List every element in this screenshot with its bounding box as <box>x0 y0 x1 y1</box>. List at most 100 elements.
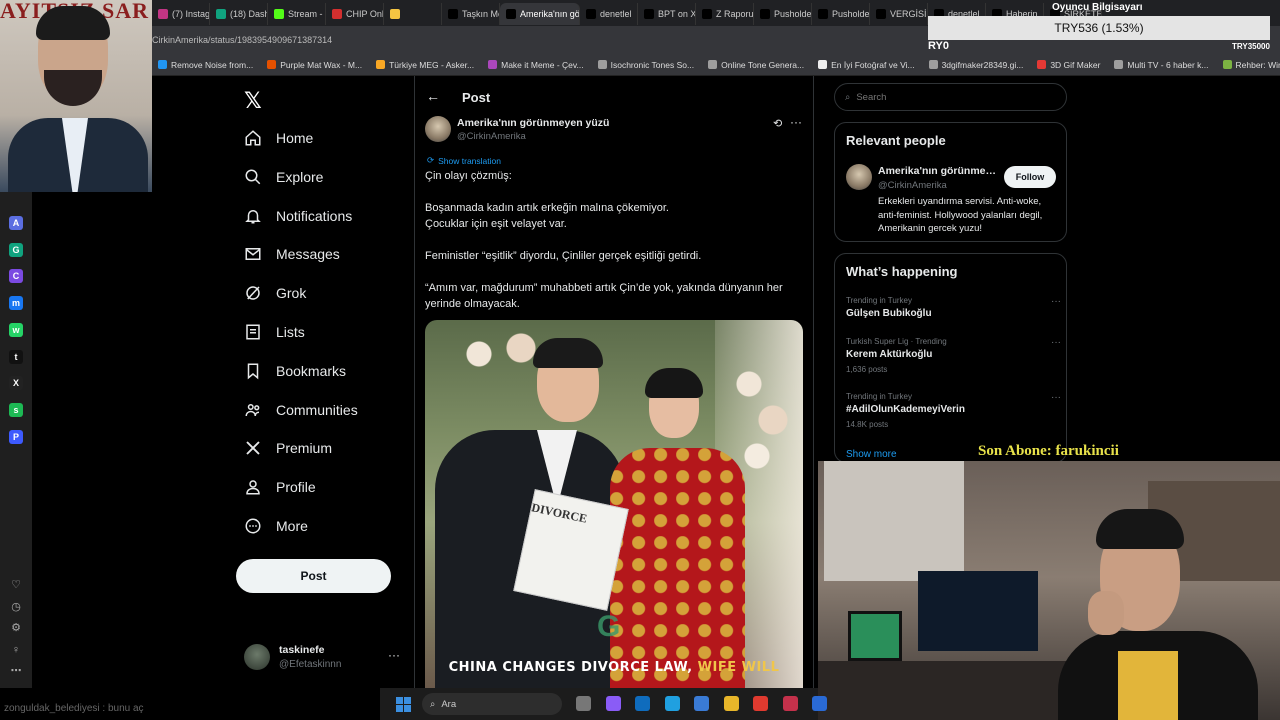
taskbar-app-icon[interactable] <box>694 696 709 711</box>
taskbar-search[interactable]: ⌕ Ara <box>422 693 562 715</box>
show-more-link[interactable]: Show more <box>846 449 897 460</box>
nav-item-more[interactable]: More <box>244 514 308 538</box>
browser-tab[interactable]: Z Raporu <box>696 3 754 25</box>
trend-item[interactable]: Trending in Turkey #AdilOlunKademeyiVeri… <box>846 392 1061 429</box>
sidebar-app-icon[interactable]: w <box>9 322 23 337</box>
trend-item[interactable]: Trending in Turkey Gülşen Bubikoğlu ··· <box>846 296 1061 319</box>
browser-tab[interactable]: (7) Instag <box>152 3 210 25</box>
post-text-line: Boşanmada kadın artık erkeğin malına çök… <box>425 202 669 214</box>
author-avatar[interactable] <box>425 116 451 142</box>
taskbar-app-icon[interactable] <box>635 696 650 711</box>
nav-item-communities[interactable]: Communities <box>244 398 358 422</box>
browser-tab[interactable]: Pusholde <box>754 3 812 25</box>
taskbar-app-icon[interactable] <box>605 696 621 711</box>
history-icon[interactable]: ◷ <box>9 600 23 614</box>
browser-tab[interactable] <box>384 3 442 25</box>
more-icon[interactable]: ··· <box>1051 296 1061 307</box>
browser-tab[interactable]: Amerika'nın görü <box>500 3 580 25</box>
tab-favicon-icon <box>506 9 516 19</box>
browser-tab[interactable]: Stream - <box>268 3 326 25</box>
bookmark-favicon-icon <box>376 60 386 69</box>
browser-tab[interactable]: denetlel <box>580 3 638 25</box>
taskbar-app-icon[interactable] <box>753 696 768 711</box>
x-logo-icon[interactable]: 𝕏 <box>244 88 262 114</box>
trend-item[interactable]: Turkish Super Lig · Trending Kerem Aktür… <box>846 337 1061 374</box>
sidebar-app-icon[interactable]: C <box>9 269 23 284</box>
grok-icon[interactable]: ⟲ <box>773 117 782 130</box>
back-arrow-icon[interactable]: ← <box>426 88 440 104</box>
browser-tab[interactable]: CHIP Onl <box>326 3 384 25</box>
bookmark-item[interactable]: Remove Noise from... <box>158 60 253 70</box>
gear-icon[interactable]: ⚙ <box>9 621 23 635</box>
heart-icon[interactable]: ♡ <box>9 578 23 592</box>
post-button[interactable]: Post <box>236 559 391 593</box>
author-name[interactable]: Amerika'nın görünmeyen yüzü <box>457 117 609 129</box>
taskbar-app-icon[interactable] <box>664 696 680 711</box>
taskbar-app-icon[interactable] <box>723 696 739 711</box>
bulb-icon[interactable]: ♀ <box>9 643 23 657</box>
browser-tab[interactable]: (18) Dash <box>210 3 268 25</box>
bookmark-item[interactable]: Purple Mat Wax - M... <box>267 60 362 70</box>
more-icon[interactable]: ··· <box>790 115 802 129</box>
more-icon[interactable]: ··· <box>388 648 400 662</box>
tab-label: Z Raporu <box>716 9 754 19</box>
sidebar-app-icon[interactable]: s <box>9 402 23 417</box>
bookmark-item[interactable]: Isochronic Tones So... <box>597 60 694 70</box>
more-icon[interactable]: ⋯ <box>9 664 23 678</box>
sidebar-app-icon[interactable]: G <box>9 242 23 257</box>
bookmark-item[interactable]: Online Tone Genera... <box>708 60 804 70</box>
browser-tab[interactable]: Taşkın Me <box>442 3 500 25</box>
tab-favicon-icon <box>332 9 342 19</box>
follow-button[interactable]: Follow <box>1004 166 1056 188</box>
tab-label: Pusholde <box>774 9 812 19</box>
bookmark-item[interactable]: Make it Meme - Çev... <box>488 60 584 70</box>
sidebar-app-icon[interactable]: t <box>9 349 23 364</box>
account-switcher[interactable]: taskinefe @Efetaskinnn ··· <box>244 640 404 676</box>
nav-item-label: Notifications <box>276 207 353 224</box>
taskbar: ⌕ Ara <box>380 688 827 720</box>
nav-item-messages[interactable]: Messages <box>244 242 340 266</box>
nav-item-bookmarks[interactable]: Bookmarks <box>244 359 346 383</box>
nav-item-profile[interactable]: Profile <box>244 475 316 499</box>
sidebar-app-icon[interactable]: X <box>9 376 23 391</box>
nav-item-lists[interactable]: Lists <box>244 320 305 344</box>
nav-item-explore[interactable]: Explore <box>244 165 323 189</box>
relevant-handle[interactable]: @CirkinAmerika <box>878 180 947 191</box>
bookmark-item[interactable]: En İyi Fotoğraf ve Vi... <box>818 60 915 70</box>
bookmark-item[interactable]: Türkiye MEG - Asker... <box>376 60 474 70</box>
author-handle[interactable]: @CirkinAmerika <box>457 131 526 142</box>
tab-label: CHIP Onl <box>346 9 384 19</box>
nav-item-grok[interactable]: Grok <box>244 281 306 305</box>
relevant-name[interactable]: Amerika'nın görünmeyen yüzü <box>878 165 1000 177</box>
bookmark-favicon-icon <box>597 60 607 69</box>
avatar[interactable] <box>846 164 872 190</box>
post-image[interactable]: DIVORCE G CHINA CHANGES DIVORCE LAW, WIF… <box>425 320 803 688</box>
nav-item-premium[interactable]: Premium <box>244 436 332 460</box>
list-icon <box>244 323 262 341</box>
sidebar-app-icon[interactable]: P <box>9 429 23 444</box>
bookmark-favicon-icon <box>1037 60 1047 69</box>
more-icon[interactable]: ··· <box>1051 392 1061 403</box>
url-text[interactable]: CirkinAmerika/status/1983954909671387314 <box>152 35 332 45</box>
bookmark-item[interactable]: Rehber: Windows 1... <box>1222 60 1280 70</box>
sidebar-app-icon[interactable]: m <box>9 296 23 311</box>
bookmark-item[interactable]: 3D Gif Maker <box>1037 60 1100 70</box>
bookmark-item[interactable]: 3dgifmaker28349.gi... <box>928 60 1023 70</box>
taskbar-app-icon[interactable] <box>812 696 827 711</box>
more-icon[interactable]: ··· <box>1051 337 1061 348</box>
nav-item-home[interactable]: Home <box>244 126 313 150</box>
search-input[interactable] <box>856 91 1047 103</box>
taskbar-app-icon[interactable] <box>576 696 591 711</box>
browser-tab[interactable]: VERGİSİ <box>870 3 928 25</box>
browser-tab[interactable]: BPT on X <box>638 3 696 25</box>
bookmark-favicon-icon <box>488 60 498 69</box>
taskbar-app-icon[interactable] <box>782 696 798 711</box>
bookmark-item[interactable]: Multi TV - 6 haber k... <box>1114 60 1209 70</box>
browser-tab[interactable]: Pusholde <box>812 3 870 25</box>
show-translation-link[interactable]: ⟳ Show translation <box>427 155 501 166</box>
sidebar-app-icon[interactable]: A <box>9 216 23 230</box>
tab-label: (18) Dash <box>230 9 268 19</box>
search-bar[interactable]: ⌕ <box>834 83 1067 111</box>
nav-item-notifications[interactable]: Notifications <box>244 204 352 228</box>
windows-start-icon[interactable] <box>396 697 411 712</box>
